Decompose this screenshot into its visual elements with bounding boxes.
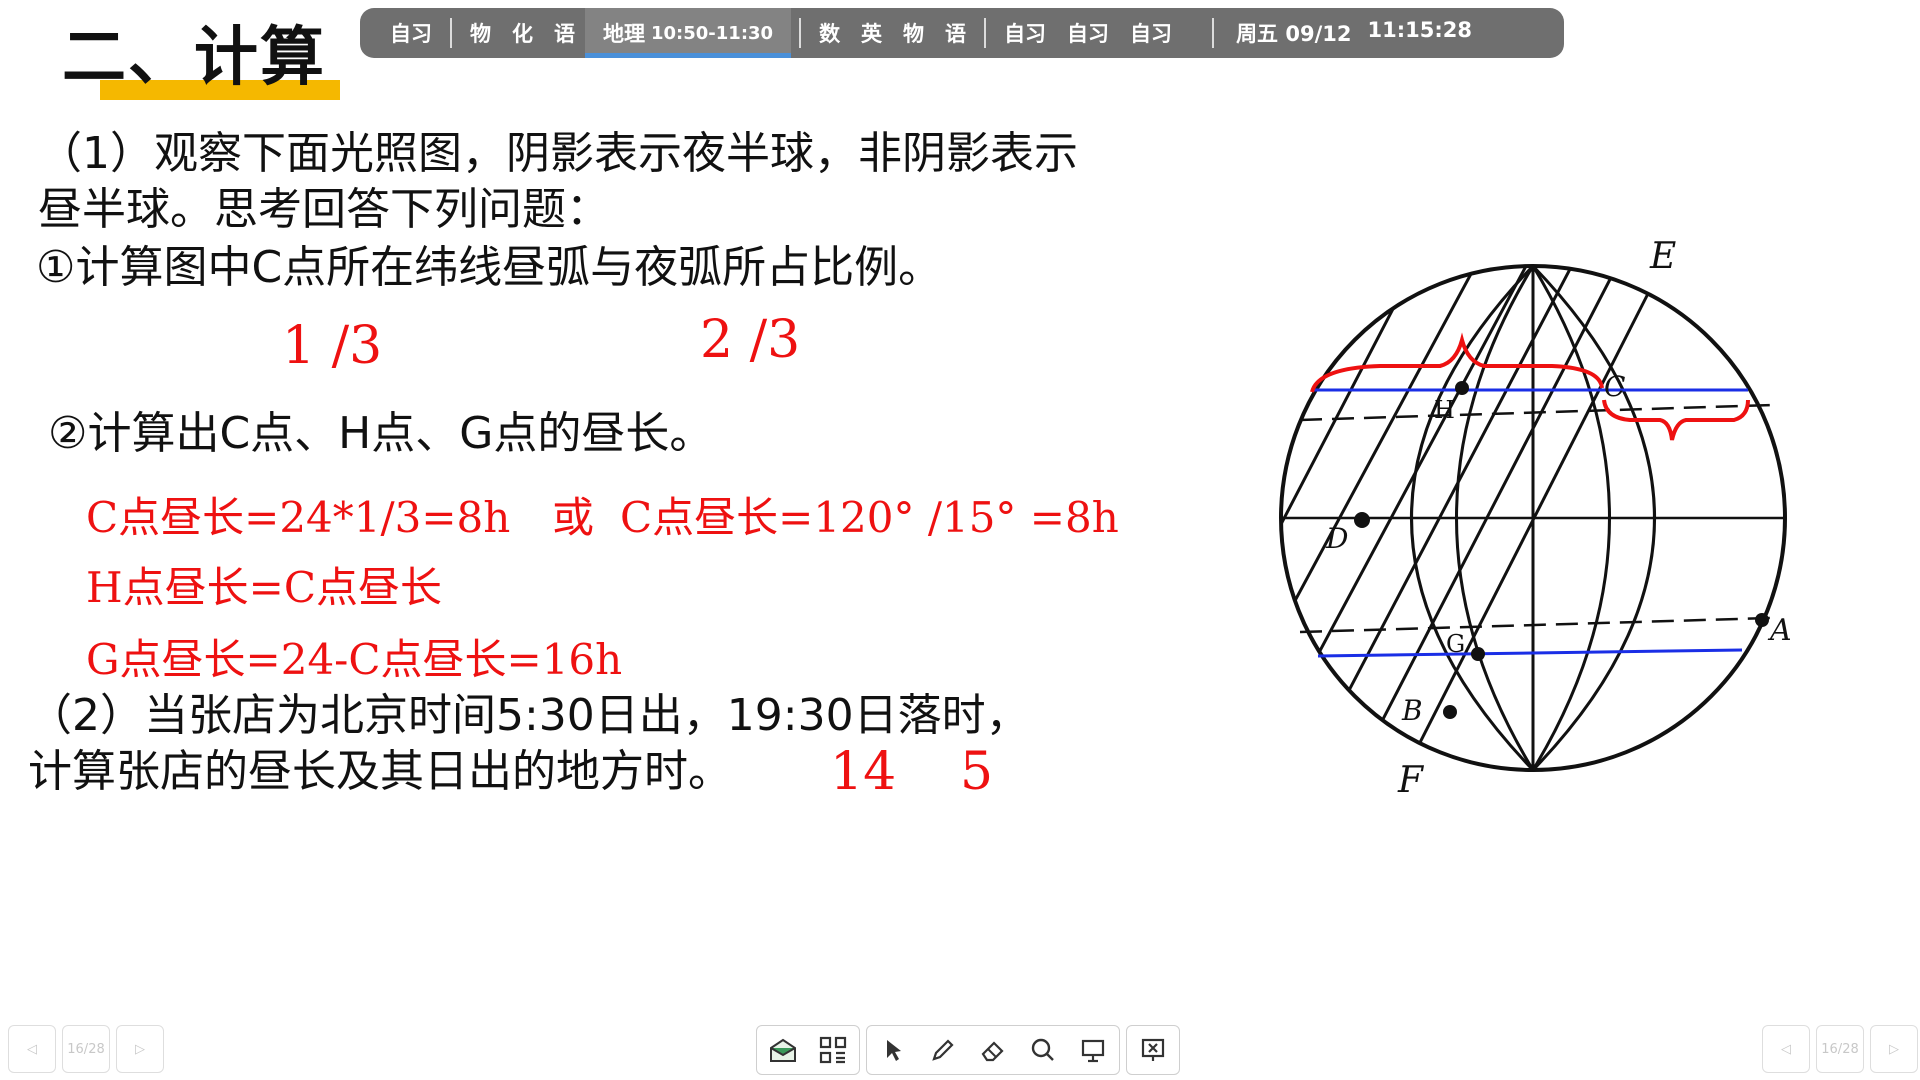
exit-presentation-button[interactable] — [1133, 1030, 1173, 1070]
schedule-item-2[interactable]: 物 化 语 — [460, 18, 585, 48]
label-a: A — [1767, 613, 1790, 648]
schedule-current-time: 10:50-11:30 — [651, 22, 774, 44]
chevron-right-icon: ▷ — [1889, 1041, 1899, 1057]
answer-zhangdian-daylength: 14 — [830, 742, 897, 802]
next-page-button[interactable]: ▷ — [116, 1025, 164, 1073]
answer-day-arc: 1 /3 — [282, 316, 383, 376]
q1-line2: 昼半球。思考回答下列问题： — [38, 184, 610, 235]
answer-night-arc: 2 /3 — [700, 310, 801, 370]
schedule-separator — [984, 18, 987, 48]
point-d — [1354, 512, 1370, 528]
illumination-diagram: E F A B C D G H — [1279, 236, 1790, 801]
label-e: E — [1649, 236, 1676, 277]
search-tool-button[interactable] — [1023, 1030, 1063, 1070]
q1-sub1: ①计算图中C点所在纬线昼弧与夜弧所占比例。 — [36, 242, 943, 293]
page-indicator[interactable]: 16/28 — [62, 1025, 110, 1073]
chevron-left-icon: ◁ — [27, 1041, 37, 1057]
point-b — [1443, 705, 1457, 719]
pen-icon — [932, 1039, 954, 1061]
toolbar-group-apps — [756, 1025, 860, 1075]
schedule-item-4[interactable]: 数 英 物 语 — [809, 18, 976, 48]
schedule-item-5[interactable]: 自习 自习 自习 — [994, 18, 1182, 48]
search-icon — [1031, 1038, 1054, 1061]
answer-h-daylength: H点昼长=C点昼长 — [86, 563, 442, 612]
whiteboard-icon — [1081, 1039, 1105, 1063]
bottom-toolbar — [756, 1025, 1180, 1075]
pointer-tool-button[interactable] — [873, 1030, 913, 1070]
schedule-item-1[interactable]: 自习 — [380, 18, 442, 48]
point-h — [1455, 381, 1469, 395]
schedule-date: 周五 09/12 — [1236, 22, 1352, 46]
app-envelope-button[interactable] — [763, 1030, 803, 1070]
q2-line2: 计算张店的昼长及其日出的地方时。 — [28, 746, 732, 797]
toolbar-group-exit — [1126, 1025, 1180, 1075]
point-a — [1755, 613, 1769, 627]
prev-page-button[interactable]: ◁ — [8, 1025, 56, 1073]
answer-or: 或 — [552, 493, 595, 542]
eraser-tool-button[interactable] — [973, 1030, 1013, 1070]
page-indicator-right[interactable]: 16/28 — [1816, 1025, 1864, 1073]
point-g — [1471, 647, 1485, 661]
chevron-left-icon: ◁ — [1781, 1041, 1791, 1057]
next-page-button-right[interactable]: ▷ — [1870, 1025, 1918, 1073]
grid-icon — [819, 1036, 847, 1064]
schedule-clock: 11:15:28 — [1367, 18, 1472, 42]
title-block: 二、计算 — [62, 18, 340, 100]
toolbar-group-tools — [866, 1025, 1120, 1075]
q1-sub2: ②计算出C点、H点、G点的昼长。 — [48, 408, 714, 459]
apps-grid-button[interactable] — [813, 1030, 853, 1070]
right-page-nav: ◁ 16/28 ▷ — [1762, 1025, 1918, 1073]
label-d: D — [1325, 522, 1348, 555]
left-page-nav: ◁ 16/28 ▷ — [8, 1025, 164, 1073]
answer-c-daylength-alt: C点昼长=120° /15° =8h — [620, 493, 1119, 542]
board-tool-button[interactable] — [1073, 1030, 1113, 1070]
cursor-icon — [887, 1040, 901, 1061]
schedule-separator — [1212, 18, 1215, 48]
q2-line1: （2）当张店为北京时间5:30日出，19:30日落时， — [28, 690, 1030, 741]
answer-c-daylength: C点昼长=24*1/3=8h — [86, 493, 511, 542]
prev-page-button-right[interactable]: ◁ — [1762, 1025, 1810, 1073]
label-g: G — [1446, 630, 1465, 658]
schedule-bar: 自习 物 化 语 地理 10:50-11:30 数 英 物 语 自习 自习 自习… — [360, 8, 1564, 58]
chevron-right-icon: ▷ — [135, 1041, 145, 1057]
label-c: C — [1604, 370, 1625, 403]
schedule-datetime: 周五 09/12 11:15:28 — [1236, 18, 1472, 48]
answer-zhangdian-sunrise: 5 — [960, 742, 994, 802]
page-title: 二、计算 — [62, 21, 326, 95]
latitude-g-line — [1317, 648, 1743, 658]
label-b: B — [1401, 694, 1423, 727]
schedule-separator — [450, 18, 452, 48]
schedule-item-current[interactable]: 地理 10:50-11:30 — [585, 8, 792, 58]
schedule-separator — [799, 18, 802, 48]
q1-line1: （1）观察下面光照图，阴影表示夜半球，非阴影表示 — [38, 128, 1078, 179]
envelope-icon — [770, 1038, 796, 1062]
label-h: H — [1434, 396, 1455, 424]
eraser-icon — [981, 1041, 1004, 1062]
answer-g-daylength: G点昼长=24-C点昼长=16h — [86, 635, 623, 684]
close-presentation-icon — [1141, 1038, 1165, 1061]
pen-tool-button[interactable] — [923, 1030, 963, 1070]
schedule-current-label: 地理 — [603, 22, 645, 46]
label-f: F — [1397, 760, 1425, 801]
night-hatching — [1281, 266, 1662, 770]
